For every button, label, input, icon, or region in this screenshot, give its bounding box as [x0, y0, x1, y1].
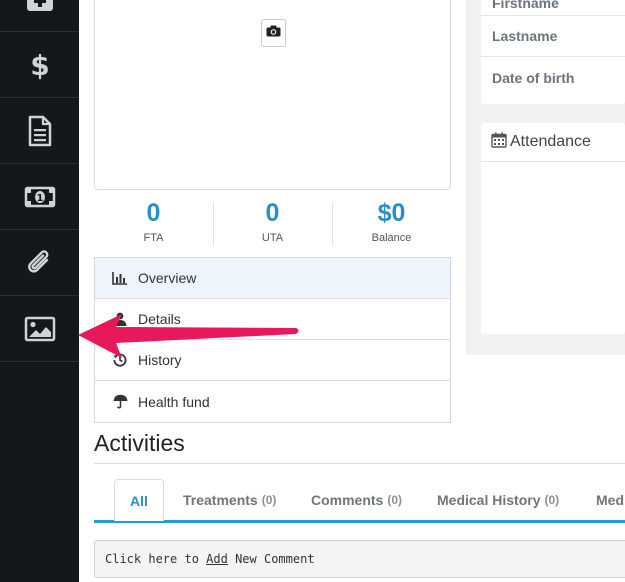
tab-count: (0): [544, 493, 560, 507]
medical-kit-icon: [25, 0, 55, 13]
comment-suffix: New Comment: [227, 552, 315, 566]
calendar-icon: [491, 132, 510, 153]
stat-fta-value: 0: [146, 199, 161, 227]
menu-item-label: History: [138, 352, 182, 368]
tab-label: Treatments: [183, 492, 258, 508]
field-firstname: Firstname: [481, 0, 625, 16]
sidebar-item-documents[interactable]: [0, 98, 79, 164]
tab-count: (0): [387, 493, 403, 507]
paperclip-icon: [26, 248, 54, 278]
tab-label: Med: [596, 492, 624, 508]
stat-balance-label: Balance: [371, 232, 412, 244]
camera-button[interactable]: [261, 19, 286, 47]
umbrella-icon: [111, 394, 129, 410]
tab-all[interactable]: All: [114, 479, 164, 521]
attendance-title: Attendance: [510, 133, 591, 150]
menu-item-history[interactable]: History: [95, 340, 450, 381]
activities-title: Activities: [94, 430, 185, 456]
profile-photo-box: [94, 0, 451, 190]
divider: [94, 463, 625, 464]
patient-menu: Overview Details History Health fund: [94, 257, 451, 423]
stat-uta-value: 0: [265, 199, 280, 227]
field-lastname: Lastname: [481, 16, 625, 57]
stat-balance-value: $0: [377, 199, 406, 227]
patient-info-panel: Firstname Lastname Date of birth Attenda…: [466, 0, 625, 355]
sidebar-item-billing[interactable]: $: [0, 32, 79, 98]
sidebar-item-attachments[interactable]: [0, 230, 79, 296]
bar-chart-icon: [111, 270, 129, 286]
comment-prefix: Click here to: [105, 552, 207, 566]
menu-item-details[interactable]: Details: [95, 299, 450, 340]
money-icon: 1: [24, 186, 56, 208]
tab-count: (0): [261, 493, 277, 507]
dollar-icon: $: [30, 49, 50, 81]
tab-label: Comments: [311, 492, 384, 508]
stat-fta-label: FTA: [143, 232, 164, 244]
image-icon: [24, 316, 56, 342]
menu-item-overview[interactable]: Overview: [95, 258, 450, 299]
document-icon: [27, 115, 53, 147]
attendance-card: Attendance: [481, 123, 625, 334]
attendance-header: Attendance: [481, 123, 625, 162]
user-icon: [111, 311, 129, 327]
tab-label: Medical History: [437, 492, 541, 508]
sidebar-item-payments[interactable]: 1: [0, 164, 79, 230]
sidebar-item-medical[interactable]: [0, 0, 79, 32]
history-icon: [111, 352, 129, 368]
menu-item-label: Details: [138, 311, 181, 327]
patient-stats: 0 FTA 0 UTA $0 Balance: [94, 198, 451, 250]
stat-uta: 0 UTA: [213, 198, 332, 250]
tab-treatments[interactable]: Treatments (0): [183, 479, 276, 521]
camera-icon: [266, 24, 281, 42]
tab-label: All: [130, 492, 148, 509]
menu-item-health-fund[interactable]: Health fund: [95, 381, 450, 422]
app-root: $ 1 0 FTA 0 UTA $0 Balance Overview Deta…: [0, 0, 625, 582]
tab-comments[interactable]: Comments (0): [311, 479, 402, 521]
tab-medical-history[interactable]: Medical History (0): [437, 479, 559, 521]
stat-uta-label: UTA: [261, 232, 284, 244]
menu-item-label: Overview: [138, 270, 197, 286]
svg-text:1: 1: [36, 193, 43, 204]
stat-fta: 0 FTA: [94, 198, 213, 250]
main-content: 0 FTA 0 UTA $0 Balance Overview Details …: [79, 0, 625, 582]
add-comment-link[interactable]: Add: [206, 552, 228, 566]
tab-medications[interactable]: Med: [596, 479, 624, 521]
sidebar: $ 1: [0, 0, 79, 582]
field-date-of-birth: Date of birth: [492, 69, 575, 86]
sidebar-item-images[interactable]: [0, 296, 79, 362]
stat-balance: $0 Balance: [332, 198, 451, 250]
activity-tabs: All Treatments (0) Comments (0) Medical …: [94, 479, 625, 523]
patient-info-card: Firstname Lastname Date of birth: [481, 0, 625, 104]
menu-item-label: Health fund: [138, 393, 210, 410]
svg-text:$: $: [30, 49, 49, 81]
add-comment-box[interactable]: Click here to Add New Comment: [94, 540, 625, 578]
